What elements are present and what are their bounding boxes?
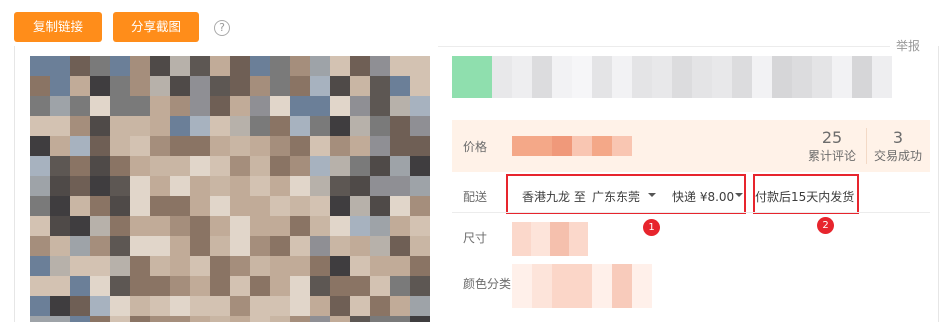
divider xyxy=(438,46,890,47)
review-count-stat[interactable]: 25 累计评论 xyxy=(802,128,862,164)
price-value-redacted xyxy=(512,136,632,156)
divider xyxy=(866,128,867,164)
ship-from: 香港九龙 至 xyxy=(522,190,586,204)
review-count-label: 累计评论 xyxy=(807,149,856,163)
transaction-count: 3 xyxy=(892,128,904,147)
product-image[interactable] xyxy=(30,56,430,322)
divider xyxy=(14,46,15,322)
shipping-method-select[interactable]: 快递 ¥8.00 xyxy=(672,188,734,205)
annotation-badge-1: 1 xyxy=(643,219,660,236)
report-link[interactable]: 举报 xyxy=(896,37,920,54)
transaction-count-label: 交易成功 xyxy=(873,149,922,163)
chevron-down-icon[interactable] xyxy=(735,193,743,197)
divider xyxy=(938,46,939,322)
price-label: 价格 xyxy=(463,140,488,154)
review-count: 25 xyxy=(821,128,843,147)
product-title-redacted xyxy=(452,56,892,98)
share-screenshot-button[interactable]: 分享截图 xyxy=(113,12,199,42)
transactions-stat: 3 交易成功 xyxy=(870,128,926,164)
divider xyxy=(452,212,930,213)
annotation-badge-2: 2 xyxy=(817,217,834,234)
ship-to-select[interactable]: 广东东莞 xyxy=(592,188,640,205)
copy-link-button[interactable]: 复制链接 xyxy=(14,12,102,42)
chevron-down-icon[interactable] xyxy=(648,193,656,197)
size-option-redacted[interactable] xyxy=(512,222,590,256)
color-option-redacted[interactable] xyxy=(512,264,652,308)
help-icon[interactable]: ? xyxy=(214,20,230,36)
delivery-label: 配送 xyxy=(463,190,488,204)
dispatch-time-note: 付款后15天内发货 xyxy=(755,190,855,204)
color-label: 颜色分类 xyxy=(463,277,512,291)
size-label: 尺寸 xyxy=(463,231,488,245)
